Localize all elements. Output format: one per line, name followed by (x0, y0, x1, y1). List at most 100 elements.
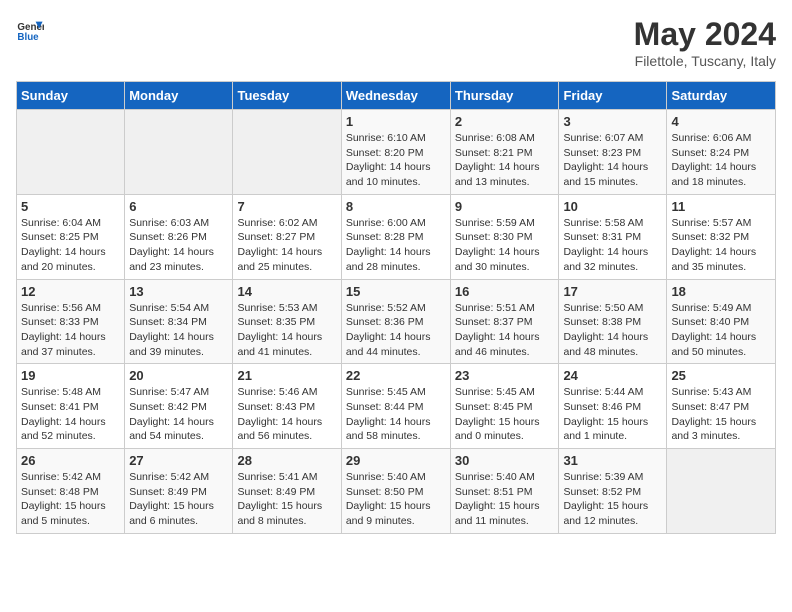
cell-day-info: Sunrise: 6:10 AMSunset: 8:20 PMDaylight:… (346, 131, 446, 190)
calendar-cell (17, 110, 125, 195)
weekday-tuesday: Tuesday (233, 82, 341, 110)
calendar-cell (233, 110, 341, 195)
title-area: May 2024 Filettole, Tuscany, Italy (634, 16, 776, 69)
cell-day-info: Sunrise: 5:53 AMSunset: 8:35 PMDaylight:… (237, 301, 336, 360)
week-row-5: 26Sunrise: 5:42 AMSunset: 8:48 PMDayligh… (17, 449, 776, 534)
calendar-cell: 4 Sunrise: 6:06 AMSunset: 8:24 PMDaylight… (667, 110, 776, 195)
cell-day-number: 11 (671, 199, 771, 214)
calendar-cell: 6Sunrise: 6:03 AMSunset: 8:26 PMDaylight… (125, 194, 233, 279)
weekday-thursday: Thursday (450, 82, 559, 110)
calendar-cell: 3 Sunrise: 6:07 AMSunset: 8:23 PMDaylight… (559, 110, 667, 195)
cell-day-number: 15 (346, 284, 446, 299)
cell-day-info: Sunrise: 5:40 AMSunset: 8:51 PMDaylight:… (455, 470, 555, 529)
cell-day-number: 24 (563, 368, 662, 383)
calendar-cell: 2 Sunrise: 6:08 AMSunset: 8:21 PMDaylight… (450, 110, 559, 195)
calendar-cell: 1Sunrise: 6:10 AMSunset: 8:20 PMDaylight… (341, 110, 450, 195)
svg-text:Blue: Blue (17, 32, 39, 43)
cell-day-info: Sunrise: 5:49 AMSunset: 8:40 PMDaylight:… (671, 301, 771, 360)
calendar-table: SundayMondayTuesdayWednesdayThursdayFrid… (16, 81, 776, 534)
calendar-cell: 26Sunrise: 5:42 AMSunset: 8:48 PMDayligh… (17, 449, 125, 534)
cell-day-number: 2 (455, 114, 555, 129)
calendar-cell: 18 Sunrise: 5:49 AMSunset: 8:40 PMDayligh… (667, 279, 776, 364)
main-title: May 2024 (634, 16, 776, 53)
week-row-3: 12 Sunrise: 5:56 AMSunset: 8:33 PMDayligh… (17, 279, 776, 364)
cell-day-number: 17 (563, 284, 662, 299)
calendar-cell: 12 Sunrise: 5:56 AMSunset: 8:33 PMDayligh… (17, 279, 125, 364)
cell-day-number: 10 (563, 199, 662, 214)
cell-day-number: 3 (563, 114, 662, 129)
week-row-2: 5Sunrise: 6:04 AMSunset: 8:25 PMDaylight… (17, 194, 776, 279)
cell-day-info: Sunrise: 5:57 AMSunset: 8:32 PMDaylight:… (671, 216, 771, 275)
calendar-cell: 7Sunrise: 6:02 AMSunset: 8:27 PMDaylight… (233, 194, 341, 279)
cell-day-info: Sunrise: 5:58 AMSunset: 8:31 PMDaylight:… (563, 216, 662, 275)
weekday-saturday: Saturday (667, 82, 776, 110)
calendar-cell: 22Sunrise: 5:45 AMSunset: 8:44 PMDayligh… (341, 364, 450, 449)
cell-day-number: 8 (346, 199, 446, 214)
cell-day-info: Sunrise: 5:50 AMSunset: 8:38 PMDaylight:… (563, 301, 662, 360)
weekday-sunday: Sunday (17, 82, 125, 110)
weekday-friday: Friday (559, 82, 667, 110)
cell-day-info: Sunrise: 6:06 AMSunset: 8:24 PMDaylight:… (671, 131, 771, 190)
calendar-cell: 14 Sunrise: 5:53 AMSunset: 8:35 PMDayligh… (233, 279, 341, 364)
calendar-cell: 10 Sunrise: 5:58 AMSunset: 8:31 PMDayligh… (559, 194, 667, 279)
cell-day-info: Sunrise: 5:45 AMSunset: 8:44 PMDaylight:… (346, 385, 446, 444)
cell-day-info: Sunrise: 5:44 AMSunset: 8:46 PMDaylight:… (563, 385, 662, 444)
cell-day-number: 4 (671, 114, 771, 129)
calendar-cell: 9Sunrise: 5:59 AMSunset: 8:30 PMDaylight… (450, 194, 559, 279)
cell-day-number: 12 (21, 284, 120, 299)
cell-day-number: 6 (129, 199, 228, 214)
cell-day-number: 19 (21, 368, 120, 383)
cell-day-info: Sunrise: 5:51 AMSunset: 8:37 PMDaylight:… (455, 301, 555, 360)
cell-day-number: 5 (21, 199, 120, 214)
cell-day-number: 23 (455, 368, 555, 383)
week-row-4: 19 Sunrise: 5:48 AMSunset: 8:41 PMDayligh… (17, 364, 776, 449)
calendar-cell: 5Sunrise: 6:04 AMSunset: 8:25 PMDaylight… (17, 194, 125, 279)
logo-icon: General Blue (16, 16, 44, 44)
calendar-cell: 25 Sunrise: 5:43 AMSunset: 8:47 PMDayligh… (667, 364, 776, 449)
logo: General Blue (16, 16, 44, 44)
calendar-cell: 17 Sunrise: 5:50 AMSunset: 8:38 PMDayligh… (559, 279, 667, 364)
cell-day-info: Sunrise: 5:43 AMSunset: 8:47 PMDaylight:… (671, 385, 771, 444)
calendar-cell (125, 110, 233, 195)
cell-day-info: Sunrise: 5:46 AMSunset: 8:43 PMDaylight:… (237, 385, 336, 444)
calendar-cell: 29 Sunrise: 5:40 AMSunset: 8:50 PMDayligh… (341, 449, 450, 534)
weekday-monday: Monday (125, 82, 233, 110)
cell-day-info: Sunrise: 6:02 AMSunset: 8:27 PMDaylight:… (237, 216, 336, 275)
cell-day-info: Sunrise: 5:48 AMSunset: 8:41 PMDaylight:… (21, 385, 120, 444)
calendar-cell (667, 449, 776, 534)
calendar-cell: 19 Sunrise: 5:48 AMSunset: 8:41 PMDayligh… (17, 364, 125, 449)
cell-day-info: Sunrise: 5:40 AMSunset: 8:50 PMDaylight:… (346, 470, 446, 529)
calendar-cell: 21 Sunrise: 5:46 AMSunset: 8:43 PMDayligh… (233, 364, 341, 449)
cell-day-number: 16 (455, 284, 555, 299)
cell-day-number: 13 (129, 284, 228, 299)
calendar-cell: 8 Sunrise: 6:00 AMSunset: 8:28 PMDaylight… (341, 194, 450, 279)
cell-day-number: 29 (346, 453, 446, 468)
cell-day-info: Sunrise: 5:42 AMSunset: 8:48 PMDaylight:… (21, 470, 120, 529)
cell-day-number: 14 (237, 284, 336, 299)
calendar-cell: 28Sunrise: 5:41 AMSunset: 8:49 PMDayligh… (233, 449, 341, 534)
cell-day-number: 27 (129, 453, 228, 468)
subtitle: Filettole, Tuscany, Italy (634, 53, 776, 69)
calendar-cell: 11 Sunrise: 5:57 AMSunset: 8:32 PMDayligh… (667, 194, 776, 279)
cell-day-info: Sunrise: 5:39 AMSunset: 8:52 PMDaylight:… (563, 470, 662, 529)
weekday-wednesday: Wednesday (341, 82, 450, 110)
cell-day-info: Sunrise: 5:45 AMSunset: 8:45 PMDaylight:… (455, 385, 555, 444)
cell-day-info: Sunrise: 5:54 AMSunset: 8:34 PMDaylight:… (129, 301, 228, 360)
calendar-cell: 20 Sunrise: 5:47 AMSunset: 8:42 PMDayligh… (125, 364, 233, 449)
cell-day-info: Sunrise: 6:08 AMSunset: 8:21 PMDaylight:… (455, 131, 555, 190)
cell-day-info: Sunrise: 6:00 AMSunset: 8:28 PMDaylight:… (346, 216, 446, 275)
cell-day-info: Sunrise: 5:56 AMSunset: 8:33 PMDaylight:… (21, 301, 120, 360)
cell-day-number: 21 (237, 368, 336, 383)
cell-day-info: Sunrise: 6:07 AMSunset: 8:23 PMDaylight:… (563, 131, 662, 190)
calendar-cell: 16 Sunrise: 5:51 AMSunset: 8:37 PMDayligh… (450, 279, 559, 364)
cell-day-info: Sunrise: 5:47 AMSunset: 8:42 PMDaylight:… (129, 385, 228, 444)
calendar-cell: 30Sunrise: 5:40 AMSunset: 8:51 PMDayligh… (450, 449, 559, 534)
cell-day-number: 18 (671, 284, 771, 299)
calendar-cell: 27Sunrise: 5:42 AMSunset: 8:49 PMDayligh… (125, 449, 233, 534)
cell-day-number: 20 (129, 368, 228, 383)
header: General Blue May 2024 Filettole, Tuscany… (16, 16, 776, 69)
cell-day-info: Sunrise: 5:52 AMSunset: 8:36 PMDaylight:… (346, 301, 446, 360)
weekday-header-row: SundayMondayTuesdayWednesdayThursdayFrid… (17, 82, 776, 110)
cell-day-number: 31 (563, 453, 662, 468)
cell-day-number: 25 (671, 368, 771, 383)
